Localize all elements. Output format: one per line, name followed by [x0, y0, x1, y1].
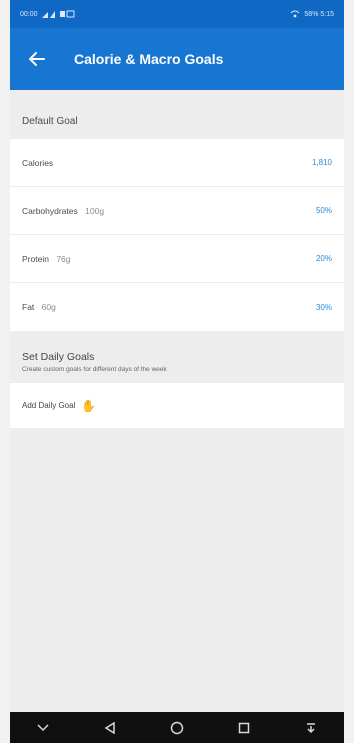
goal-row-carbohydrates[interactable]: Carbohydrates 100g 50%: [10, 187, 344, 235]
system-nav-bar: [10, 712, 344, 743]
notification-pull-icon[interactable]: [299, 716, 323, 740]
status-time: 00:00: [20, 10, 38, 18]
status-left: 00:00: [20, 10, 76, 18]
notification-icons: [59, 10, 75, 18]
add-daily-goal-label: Add Daily Goal: [22, 401, 76, 410]
daily-goals-title: Set Daily Goals: [22, 351, 95, 363]
goal-label: Calories: [22, 157, 54, 168]
goal-row-left: Protein 76g: [22, 254, 71, 264]
daily-goals-subtitle: Create custom goals for different days o…: [22, 366, 167, 373]
goal-grams: 60g: [41, 302, 56, 312]
wifi-icon: [291, 10, 300, 18]
goal-row-left: Fat 60g: [22, 302, 56, 312]
signal-icon: [41, 11, 55, 18]
goal-value: 20%: [315, 254, 332, 263]
app-bar: Calorie & Macro Goals: [10, 28, 344, 90]
arrow-left-icon: [29, 52, 45, 66]
goal-row-fat[interactable]: Fat 60g 30%: [10, 283, 344, 331]
phone-screen: 00:00 58% 5:15 Calorie & Macro Goals Def…: [10, 0, 344, 743]
back-triangle-icon[interactable]: [98, 716, 122, 740]
goal-grams: 100g: [85, 205, 105, 216]
goal-value: 30%: [315, 302, 332, 312]
chevron-down-icon[interactable]: [31, 716, 55, 740]
page-title: Calorie & Macro Goals: [74, 51, 224, 67]
goal-value: 1,810: [311, 158, 332, 167]
goal-value: 50%: [315, 206, 332, 215]
goal-label: Carbohydrates: [22, 205, 78, 216]
status-bar: 00:00 58% 5:15: [10, 0, 344, 28]
goal-row-left: Carbohydrates 100g: [22, 206, 104, 216]
hand-icon: ✋: [81, 398, 97, 413]
home-circle-icon[interactable]: [165, 716, 189, 740]
goal-row-calories[interactable]: Calories 1,810: [10, 139, 344, 187]
status-right: 58% 5:15: [290, 10, 334, 18]
default-goal-heading: Default Goal: [22, 116, 78, 127]
recents-square-icon[interactable]: [232, 716, 256, 740]
goal-label: Fat: [22, 302, 35, 312]
default-goal-list: Calories 1,810 Carbohydrates 100g 50% Pr…: [10, 139, 344, 331]
daily-goals-header: Set Daily Goals Create custom goals for …: [10, 331, 344, 383]
status-battery-time: 58% 5:15: [304, 10, 334, 18]
add-daily-goal-button[interactable]: Add Daily Goal ✋: [10, 383, 344, 428]
back-button[interactable]: [24, 46, 50, 72]
goal-grams: 76g: [56, 253, 71, 264]
goal-row-left: Calories: [22, 158, 53, 168]
goal-row-protein[interactable]: Protein 76g 20%: [10, 235, 344, 283]
goal-label: Protein: [22, 253, 49, 264]
